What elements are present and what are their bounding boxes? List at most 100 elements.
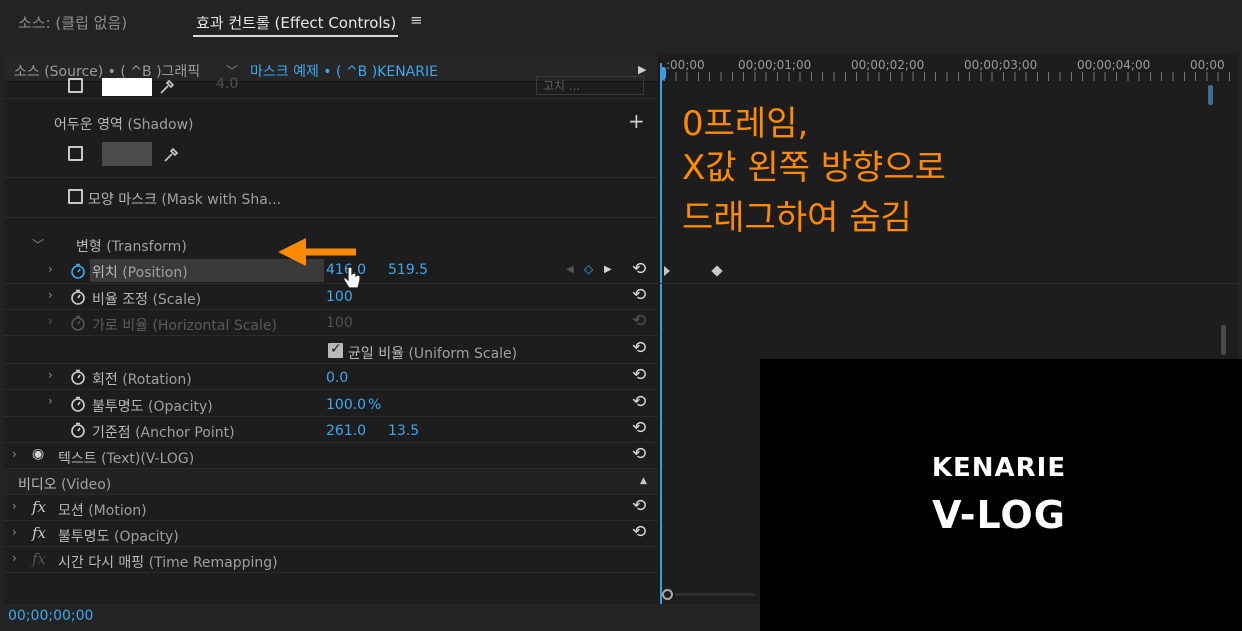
chevron-down-icon[interactable]: ﹀	[32, 236, 44, 253]
chevron-right-icon[interactable]: ›	[12, 499, 17, 513]
color-swatch-gray[interactable]	[102, 142, 152, 166]
chevron-right-icon: ›	[48, 314, 53, 328]
eyedropper-icon[interactable]	[162, 146, 180, 164]
color-swatch-white[interactable]	[102, 78, 152, 96]
sequence-clip-label[interactable]: 마스크 예제 • ( ^B )KENARIE	[250, 61, 438, 81]
horizontal-scale-label: 가로 비율 (Horizontal Scale)	[92, 318, 277, 334]
ruler-label: 00;00	[1190, 58, 1225, 72]
opacity-row: › 불투명도 (Opacity) 100.0 % ⟲	[4, 390, 658, 417]
anchor-point-row: 기준점 (Anchor Point) 261.0 13.5 ⟲	[4, 417, 658, 443]
motion-label: 모션 (Motion)	[58, 503, 147, 519]
next-keyframe-icon[interactable]: ▶	[604, 264, 612, 275]
program-preview: KENARIE V-LOG	[760, 359, 1242, 631]
keyframe-icon[interactable]	[711, 265, 723, 277]
shadow-checkbox[interactable]	[68, 146, 83, 161]
anchor-y-value[interactable]: 13.5	[388, 423, 419, 439]
ruler-label: 00;00;04;00	[1077, 58, 1151, 72]
chevron-right-icon[interactable]: ›	[12, 525, 17, 539]
horizontal-scrollbar[interactable]	[675, 593, 755, 596]
fx-icon: fx	[32, 550, 47, 568]
uniform-scale-checkbox[interactable]	[328, 341, 343, 358]
stopwatch-active-icon[interactable]	[70, 263, 86, 279]
reset-icon[interactable]: ⟲	[632, 285, 646, 305]
stopwatch-icon[interactable]	[70, 396, 86, 412]
fx-icon[interactable]: fx	[32, 498, 46, 516]
opacity-value[interactable]: 100.0	[326, 397, 366, 413]
annotation-line-1: 0프레임,	[682, 104, 809, 144]
reset-icon[interactable]: ⟲	[632, 338, 646, 358]
video-opacity-label: 불투명도 (Opacity)	[58, 529, 179, 545]
rotation-value[interactable]: 0.0	[326, 370, 348, 386]
scale-row: › 비율 조정 (Scale) 100 ⟲	[4, 284, 658, 310]
reset-icon[interactable]: ⟲	[632, 444, 646, 464]
reset-icon[interactable]: ⟲	[632, 365, 646, 385]
ruler-label: :00;00	[666, 58, 705, 72]
highlight-checkbox[interactable]	[68, 78, 83, 93]
chevron-right-icon[interactable]: ›	[48, 288, 53, 302]
prev-keyframe-icon[interactable]: ◀	[566, 264, 574, 275]
preview-title-line-2: V-LOG	[932, 493, 1066, 537]
position-y-value[interactable]: 519.5	[388, 262, 428, 278]
chevron-right-icon[interactable]: ›	[48, 262, 53, 276]
time-remapping-label: 시간 다시 매핑 (Time Remapping)	[58, 555, 278, 571]
annotation-arrow-icon	[278, 238, 356, 266]
current-timecode[interactable]: 00;00;00;00	[8, 608, 93, 624]
play-icon[interactable]: ▶	[638, 63, 646, 76]
partial-highlight-row: 4.0 고치 ...	[4, 76, 658, 99]
ruler-label: 00;00;02;00	[851, 58, 925, 72]
stopwatch-icon[interactable]	[70, 289, 86, 305]
collapse-icon[interactable]: ▲	[640, 476, 647, 486]
stopwatch-icon[interactable]	[70, 422, 86, 438]
panel-menu-icon[interactable]: ≡	[410, 11, 423, 29]
tab-effect-controls[interactable]: 효과 컨트롤 (Effect Controls)	[196, 12, 396, 33]
annotation-line-2: X값 왼쪽 방향으로	[682, 148, 946, 188]
chevron-right-icon[interactable]: ›	[48, 394, 53, 408]
reset-icon[interactable]: ⟲	[632, 259, 646, 279]
time-ruler[interactable]: :00;00 00;00;01;00 00;00;02;00 00;00;03;…	[660, 55, 1238, 82]
scale-label: 비율 조정 (Scale)	[92, 292, 202, 308]
chevron-right-icon[interactable]: ›	[48, 368, 53, 382]
reset-icon[interactable]: ⟲	[632, 496, 646, 516]
add-keyframe-icon[interactable]: ◇	[584, 262, 593, 276]
playhead[interactable]	[660, 63, 666, 604]
track-line	[660, 283, 1238, 284]
partial-button[interactable]: 고치 ...	[536, 76, 644, 95]
motion-row: › fx 모션 (Motion) ⟲	[4, 495, 658, 521]
reset-icon[interactable]: ⟲	[632, 522, 646, 542]
eye-icon[interactable]: ◉	[32, 446, 44, 462]
transform-label: 변형 (Transform)	[76, 239, 187, 255]
mask-with-shape-label: 모양 마스크 (Mask with Sha...	[88, 192, 282, 208]
zoom-handle[interactable]	[662, 589, 673, 600]
panel-tab-bar: 소스: (클립 없음) 효과 컨트롤 (Effect Controls) ≡	[0, 0, 1242, 42]
text-layer-row: › ◉ 텍스트 (Text)(V-LOG) ⟲	[4, 443, 658, 469]
preview-title-line-1: KENARIE	[931, 453, 1067, 483]
chevron-right-icon[interactable]: ›	[12, 447, 17, 461]
vertical-scrollbar[interactable]	[1221, 325, 1226, 355]
fx-icon[interactable]: fx	[32, 524, 46, 542]
shadow-label: 어두운 영역 (Shadow)	[54, 117, 194, 133]
annotation-line-3: 드래그하여 숨김	[682, 198, 912, 238]
reset-icon[interactable]: ⟲	[632, 418, 646, 438]
mask-with-shape-row: 모양 마스크 (Mask with Sha...	[4, 178, 658, 218]
stopwatch-icon[interactable]	[70, 369, 86, 385]
keyframe-marker-icon[interactable]	[664, 266, 670, 276]
add-icon[interactable]: +	[628, 109, 645, 133]
reset-icon[interactable]: ⟲	[632, 392, 646, 412]
uniform-scale-row: 균일 비율 (Uniform Scale) ⟲	[4, 336, 658, 364]
scroll-indicator-top[interactable]	[1208, 85, 1213, 105]
video-section-header: 비디오 (Video) ▲	[4, 469, 658, 495]
opacity-unit: %	[368, 397, 382, 413]
video-section-label: 비디오 (Video)	[18, 477, 112, 493]
text-layer-label: 텍스트 (Text)(V-LOG)	[58, 451, 195, 467]
anchor-x-value[interactable]: 261.0	[326, 423, 366, 439]
eyedropper-icon[interactable]	[158, 78, 176, 96]
mask-with-shape-checkbox[interactable]	[68, 189, 83, 204]
active-tab-indicator	[193, 35, 398, 37]
anchor-point-label: 기준점 (Anchor Point)	[92, 425, 235, 441]
uniform-scale-label: 균일 비율 (Uniform Scale)	[348, 346, 518, 362]
tab-source[interactable]: 소스: (클립 없음)	[18, 12, 127, 33]
reset-icon: ⟲	[632, 311, 647, 331]
horizontal-scale-row: › 가로 비율 (Horizontal Scale) 100 ⟲	[4, 310, 658, 336]
time-remapping-row: › fx 시간 다시 매핑 (Time Remapping)	[4, 547, 658, 573]
chevron-right-icon[interactable]: ›	[12, 551, 17, 565]
